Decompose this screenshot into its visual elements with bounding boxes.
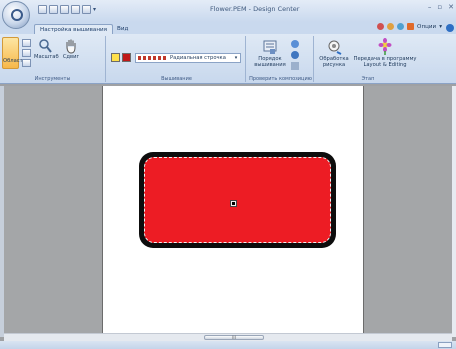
group-embroidery: Радиальная строчка ▾ Вышивание [108, 36, 246, 82]
rounded-rectangle-fill[interactable] [144, 157, 331, 243]
orb-icon [11, 9, 23, 21]
application-orb-button[interactable] [2, 1, 30, 29]
zoom-options-icon[interactable] [397, 23, 405, 30]
stitch-preview-icon [138, 56, 166, 60]
group-label-check-composition: Проверить композицию [249, 76, 312, 82]
process-image-button[interactable]: Обработка рисунка [316, 38, 352, 68]
thread-color-icon[interactable] [111, 53, 120, 62]
center-handle[interactable] [230, 200, 237, 207]
help-icon[interactable] [446, 24, 454, 32]
group-label-stage: Этап [361, 76, 375, 82]
area-button[interactable]: Область [2, 37, 26, 69]
rounded-rectangle-outline[interactable] [139, 152, 336, 248]
tab-embroidery-settings[interactable]: Настройка вышивания [34, 24, 114, 34]
transfer-icon [378, 38, 392, 55]
fill-color-icon[interactable] [122, 53, 131, 62]
ribbon-tabs: Настройка вышивания Вид Опции ▾ [0, 22, 456, 34]
window-title: Flower.PEM - Design Center [210, 5, 300, 13]
options-area: Опции ▾ [377, 23, 442, 30]
save-icon[interactable] [60, 5, 69, 14]
redo-icon[interactable] [82, 5, 91, 14]
hand-icon [66, 39, 76, 54]
group-check-composition: Порядок вышивания Проверить композицию [248, 36, 314, 82]
stitch-type-dropdown[interactable]: Радиальная строчка ▾ [135, 53, 241, 63]
tab-view[interactable]: Вид [112, 24, 133, 34]
magnifier-icon [39, 39, 52, 53]
ribbon: Область Масштаб Сдвиг Инструменты Радиал… [0, 34, 456, 84]
select-tool-icon[interactable] [22, 39, 31, 47]
group-label-tools: Инструменты [34, 76, 71, 82]
transfer-button[interactable]: Передача в программу Layout & Editing [352, 38, 418, 68]
status-bar [0, 341, 456, 349]
quick-access-toolbar: ▾ [38, 5, 99, 14]
horizontal-scrollbar[interactable]: III [4, 333, 452, 341]
prev-icon[interactable] [291, 51, 299, 59]
sequence-button[interactable]: Порядок вышивания [250, 38, 290, 68]
title-bar: ▾ Flower.PEM - Design Center – ▫ ✕ [0, 0, 456, 29]
stitch-type-value: Радиальная строчка [170, 55, 226, 61]
qat-dropdown-icon[interactable]: ▾ [93, 5, 99, 14]
pan-button[interactable]: Сдвиг [60, 38, 82, 68]
options-dropdown-icon[interactable]: ▾ [439, 24, 442, 30]
vertical-scrollbar[interactable] [452, 86, 456, 337]
check-icon[interactable] [291, 62, 299, 70]
zoom-button[interactable]: Масштаб [34, 38, 59, 68]
chevron-down-icon: ▾ [234, 55, 238, 61]
group-tools: Область Масштаб Сдвиг Инструменты [0, 36, 106, 82]
pan-label: Сдвиг [62, 54, 80, 60]
group-stage: Обработка рисунка Передача в программу L… [316, 36, 420, 82]
palette-icon[interactable] [377, 23, 385, 30]
horizontal-scroll-thumb[interactable]: III [204, 335, 264, 340]
group-label-embroidery: Вышивание [161, 76, 192, 82]
close-icon[interactable]: ✕ [448, 3, 454, 11]
sequence-icon [263, 40, 277, 54]
undo-icon[interactable] [71, 5, 80, 14]
options-button[interactable]: Опции [417, 24, 436, 30]
new-icon[interactable] [38, 5, 47, 14]
lasso-tool-icon[interactable] [22, 49, 31, 57]
minimize-icon[interactable]: – [428, 3, 432, 11]
process-label-2: рисунка [322, 62, 346, 68]
options-icon[interactable] [407, 23, 415, 30]
sequence-label-2: вышивания [254, 62, 286, 68]
settings-icon[interactable] [387, 23, 395, 30]
open-icon[interactable] [49, 5, 58, 14]
window-controls: – ▫ ✕ [428, 3, 454, 11]
transfer-label-2: Layout & Editing [363, 62, 407, 68]
design-workspace[interactable] [4, 86, 452, 333]
zoom-label: Масштаб [34, 54, 59, 60]
line-tool-icon[interactable] [22, 59, 31, 67]
next-icon[interactable] [291, 40, 299, 48]
maximize-icon[interactable]: ▫ [437, 3, 442, 11]
process-icon [328, 40, 342, 55]
status-icon[interactable] [438, 342, 452, 348]
design-page[interactable] [102, 86, 364, 333]
